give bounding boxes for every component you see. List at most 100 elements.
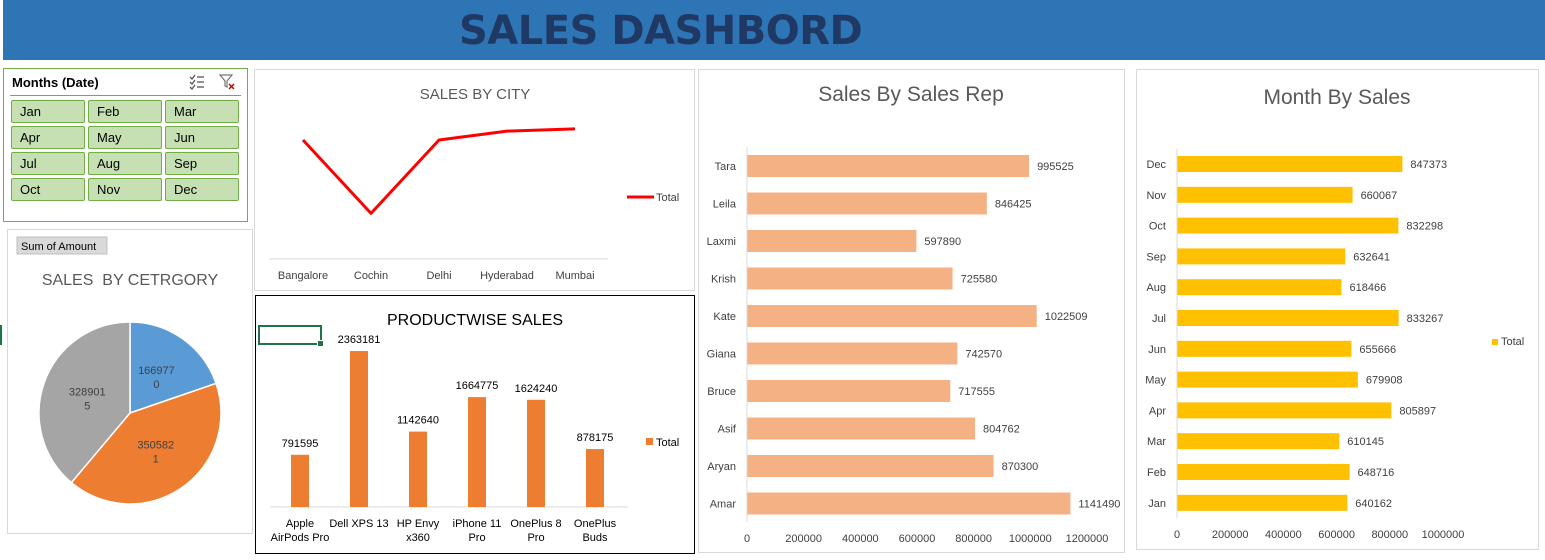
month-category-label: Mar — [1147, 436, 1166, 448]
month-data-label: 632641 — [1353, 251, 1390, 263]
month-category-label: Oct — [1149, 221, 1166, 233]
month-data-label: 847373 — [1410, 159, 1447, 171]
rep-data-label: 597890 — [924, 236, 961, 248]
month-data-label: 655666 — [1359, 344, 1396, 356]
rep-plot-area: Tara 995525 Leila 846425 Laxmi 597890 Krish 725… — [707, 147, 1120, 545]
month-chart-panel[interactable]: Month By Sales Dec 847373 Nov 660067 Oct 8322… — [1136, 69, 1539, 550]
pie-data-label: 0 — [153, 379, 159, 391]
month-data-label: 805897 — [1399, 405, 1436, 417]
dashboard-banner: SALES DASHBORD — [3, 0, 1545, 60]
slicer-item-jun[interactable]: Jun — [165, 126, 239, 149]
pie-data-label: 1 — [153, 454, 159, 466]
pie-data-label: 5 — [84, 400, 90, 412]
rep-bar — [747, 455, 994, 477]
month-data-label: 648716 — [1358, 467, 1395, 479]
months-slicer[interactable]: Months (Date) Jan Feb Mar Apr May Jun Ju… — [3, 68, 248, 222]
product-tick-label: iPhone 11 — [453, 518, 502, 530]
rep-category-label: Krish — [711, 274, 736, 286]
slicer-item-may[interactable]: May — [88, 126, 162, 149]
rep-bar — [747, 267, 953, 290]
month-chart-title: Month By Sales — [1263, 86, 1410, 109]
dashboard-title: SALES DASHBORD — [459, 8, 863, 54]
rep-category-label: Kate — [713, 311, 736, 323]
multi-select-icon[interactable] — [188, 73, 206, 91]
clear-filter-icon[interactable] — [218, 73, 236, 91]
rep-bar — [747, 417, 976, 440]
rep-bar — [747, 380, 951, 402]
product-data-label: 2363181 — [338, 334, 381, 346]
rep-bar — [747, 305, 1037, 327]
slicer-item-sep[interactable]: Sep — [165, 152, 239, 175]
city-chart-panel[interactable]: SALES BY CITY Bangalore Cochin Delhi Hydera… — [254, 69, 695, 291]
slicer-items: Jan Feb Mar Apr May Jun Jul Aug Sep Oct … — [11, 100, 239, 201]
month-data-label: 832298 — [1406, 221, 1443, 233]
month-category-label: May — [1145, 375, 1166, 387]
category-chart: Sum of Amount SALES BY CETRGORY 166977 0 3… — [16, 236, 222, 505]
rep-bar — [747, 155, 1030, 177]
month-category-label: Dec — [1146, 159, 1166, 171]
slicer-item-mar[interactable]: Mar — [165, 100, 239, 123]
rep-data-label: 1141490 — [1078, 499, 1120, 511]
rep-tick-label: 0 — [744, 533, 750, 545]
rep-tick-label: 200000 — [785, 533, 822, 545]
slicer-item-apr[interactable]: Apr — [11, 126, 85, 149]
month-bar — [1177, 371, 1358, 388]
rep-data-label: 742570 — [965, 349, 1002, 361]
rep-tick-label: 800000 — [955, 533, 992, 545]
month-bar — [1177, 402, 1392, 419]
slicer-title: Months (Date) — [12, 75, 99, 90]
month-tick-label: 400000 — [1265, 529, 1302, 541]
product-tick-label: Dell XPS 13 — [329, 518, 388, 530]
pie-plot-area: 166977 0 350582 1 328901 5 — [38, 321, 222, 505]
slicer-item-oct[interactable]: Oct — [11, 178, 85, 201]
city-tick-label: Cochin — [354, 270, 388, 282]
month-bar — [1177, 310, 1399, 326]
rep-tick-label: 600000 — [899, 533, 936, 545]
rep-category-label: Laxmi — [707, 236, 736, 248]
pie-data-label: 350582 — [137, 440, 174, 452]
month-bar — [1177, 186, 1353, 203]
rep-data-label: 804762 — [983, 424, 1020, 436]
product-data-label: 878175 — [577, 432, 614, 444]
month-data-label: 833267 — [1407, 313, 1444, 325]
rep-tick-label: 1200000 — [1066, 533, 1109, 545]
product-tick-label: Pro — [468, 532, 485, 544]
month-bar — [1177, 433, 1340, 450]
slicer-item-dec[interactable]: Dec — [165, 178, 239, 201]
product-tick-label: Apple — [286, 518, 314, 530]
rep-tick-label: 400000 — [842, 533, 879, 545]
slicer-item-nov[interactable]: Nov — [88, 178, 162, 201]
month-data-label: 660067 — [1361, 190, 1398, 202]
slicer-item-jan[interactable]: Jan — [11, 100, 85, 123]
rep-data-label: 870300 — [1002, 461, 1039, 473]
active-cell-cursor[interactable] — [258, 325, 324, 347]
rep-tick-label: 1000000 — [1009, 533, 1052, 545]
product-bar — [350, 351, 368, 507]
rep-chart-panel[interactable]: Sales By Sales Rep Tara 995525 Leila 846425… — [698, 69, 1125, 553]
category-chart-panel[interactable]: Sum of Amount SALES BY CETRGORY 166977 0 3… — [7, 229, 253, 534]
product-tick-label: AirPods Pro — [271, 532, 330, 544]
product-legend-label: Total — [656, 437, 679, 449]
product-bar — [586, 449, 604, 507]
slicer-item-jul[interactable]: Jul — [11, 152, 85, 175]
product-legend-swatch — [646, 438, 653, 445]
month-bar — [1177, 494, 1348, 511]
month-bar — [1177, 248, 1346, 265]
product-tick-label: OnePlus 8 — [510, 518, 561, 530]
month-data-label: 679908 — [1366, 375, 1403, 387]
rep-bar — [747, 492, 1071, 515]
month-category-label: Nov — [1146, 190, 1166, 202]
pie-data-label: 328901 — [69, 386, 106, 398]
month-tick-label: 600000 — [1318, 529, 1355, 541]
month-category-label: Apr — [1149, 405, 1166, 417]
slicer-item-aug[interactable]: Aug — [88, 152, 162, 175]
city-tick-label: Delhi — [426, 270, 451, 282]
slicer-item-feb[interactable]: Feb — [88, 100, 162, 123]
month-tick-label: 200000 — [1212, 529, 1249, 541]
pivot-field-label: Sum of Amount — [21, 241, 96, 253]
product-chart-title: PRODUCTWISE SALES — [387, 312, 563, 329]
month-bar — [1177, 156, 1403, 172]
month-legend-label: Total — [1501, 336, 1524, 348]
rep-data-label: 1022509 — [1045, 311, 1088, 323]
month-bar — [1177, 464, 1350, 480]
